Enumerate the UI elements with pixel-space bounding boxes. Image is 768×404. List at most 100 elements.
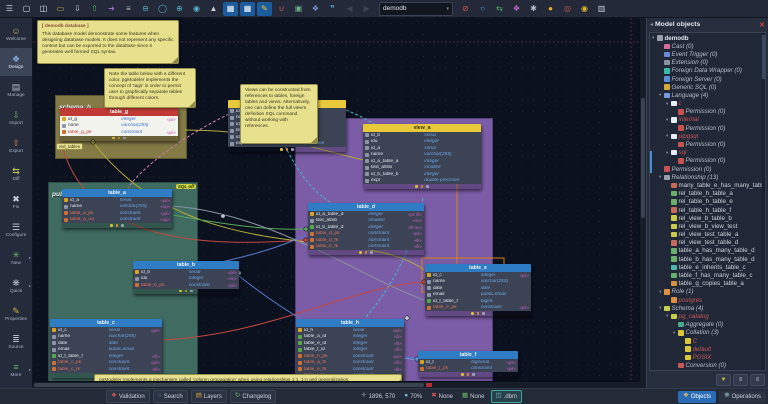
tree-item[interactable]: ▾demodb <box>651 34 765 42</box>
close-panel-icon[interactable]: ✕ <box>759 21 765 29</box>
about-button[interactable]: ◉ <box>577 2 592 16</box>
relationship-line[interactable] <box>285 146 335 206</box>
table-row[interactable]: iduinteger <box>363 139 481 146</box>
tab-operations[interactable]: ❋ Operations <box>719 391 766 403</box>
text-note-2[interactable]: Note the table below with a different co… <box>104 68 196 108</box>
comment-button[interactable]: ❞ <box>325 2 340 16</box>
zoom-reset-button[interactable]: ◯ <box>155 2 170 16</box>
tree-item[interactable]: Permission (0) <box>651 157 765 165</box>
show-grid-button[interactable]: ▦ <box>223 2 238 16</box>
tree-item[interactable]: rel_table_h_table_f <box>651 206 765 214</box>
table-row[interactable]: id_cinteger«pk» <box>425 272 531 279</box>
table-row[interactable]: datedate <box>425 285 531 292</box>
tree-item[interactable]: Foreign Data Wrapper (0) <box>651 67 765 75</box>
sidebar-item-design[interactable]: ❖Design <box>0 48 32 76</box>
table-row[interactable]: table_h_pkconstraint«pk» <box>296 353 404 360</box>
table-row[interactable]: table_f_idinteger«fk» <box>296 347 404 354</box>
active-layers-indicator[interactable]: ✖ None <box>428 393 456 400</box>
tree-item[interactable]: ▾c <box>651 100 765 108</box>
tree-item[interactable]: ▾Schema (4) <box>651 304 765 312</box>
send-button[interactable]: ➜ <box>104 2 119 16</box>
tree-item[interactable]: ▾plpgsql <box>651 132 765 140</box>
expand-all-button[interactable]: ≡ <box>733 374 748 386</box>
vscroll-thumb[interactable] <box>641 98 645 218</box>
select-image-button[interactable]: ▣ <box>291 2 306 16</box>
tree-item[interactable]: postgres <box>651 296 765 304</box>
table-row[interactable]: id_b_table_binteger <box>363 171 481 178</box>
table-table_c[interactable]: table_cid_cserial«pk»namevarchar(255)dat… <box>50 319 162 378</box>
search-model-button[interactable]: ○ <box>475 2 490 16</box>
close-model-button[interactable]: ⊘ <box>458 2 473 16</box>
sidebar-item-diff[interactable]: ⇆Diff <box>0 160 32 188</box>
tree-item[interactable]: Cast (0) <box>651 42 765 50</box>
tree-item[interactable]: ▾pg_catalog <box>651 312 765 320</box>
tree-item[interactable]: table_f_has_many_table_c <box>651 271 765 279</box>
sidebar-item-properties[interactable]: ✎Properties <box>0 300 32 328</box>
filter-button[interactable]: ▼ <box>716 374 731 386</box>
tree-item[interactable]: Extension (0) <box>651 59 765 67</box>
text-note-3[interactable]: Views can be constructed from references… <box>240 84 318 144</box>
grid-layers-indicator[interactable]: ▦ None <box>459 393 488 400</box>
table-row[interactable]: exprdouble precision <box>363 178 481 185</box>
tree-item[interactable]: Foreign Server (0) <box>651 75 765 83</box>
file-format-button[interactable]: ◫ .dbm <box>491 390 523 403</box>
tree-item[interactable]: ▾internal <box>651 116 765 124</box>
table-row[interactable]: id_fbigserial«pk» <box>418 359 518 366</box>
open-model-button[interactable]: ▭ <box>53 2 68 16</box>
tree-item[interactable]: POSIX <box>651 353 765 361</box>
tree-item[interactable]: ▾sql <box>651 149 765 157</box>
model-canvas[interactable]: schema_bpublicSQL offschema_atable_gid_g… <box>33 18 639 381</box>
tree-item[interactable]: rel_view_test_table_d <box>651 239 765 247</box>
panel-collapse-icon[interactable]: ◂ <box>650 21 653 28</box>
table-view_a[interactable]: view_aid_bserialiduintegerid_aserialname… <box>363 124 481 189</box>
tree-item[interactable]: table_e_inherits_table_c <box>651 263 765 271</box>
table-header[interactable]: table_g <box>60 108 178 116</box>
tree-item[interactable]: ▾Relationship (13) <box>651 173 765 181</box>
table-row[interactable]: namevarchar(255)«uq» <box>62 204 172 211</box>
table-row[interactable]: table_e_idinteger«fk» <box>296 340 404 347</box>
model-objects-tree[interactable]: ▾demodbCast (0)Event Trigger (0)Extensio… <box>649 32 766 371</box>
table-row[interactable]: id_cserial«pk» <box>50 327 162 334</box>
search-button[interactable]: ○Search <box>153 390 188 403</box>
new-model-button[interactable]: ▢ <box>19 2 34 16</box>
table-header[interactable]: table_d <box>308 203 424 211</box>
table-header[interactable]: table_a <box>62 189 172 197</box>
import-button[interactable]: ⇩ <box>70 2 85 16</box>
plugins-button[interactable]: ❖ <box>509 2 524 16</box>
donate-button[interactable]: ● <box>543 2 558 16</box>
table-row[interactable]: table_d_pkconstraint«pk» <box>308 231 424 238</box>
table-table_h[interactable]: table_hid_hserial«pk»table_a_idinteger«f… <box>296 319 404 381</box>
table-row[interactable]: id_bserial <box>363 132 481 139</box>
table-row[interactable]: table_c_pkconstraint«pk» <box>50 360 162 367</box>
export-button[interactable]: ⇧ <box>87 2 102 16</box>
tree-item[interactable]: table_g_copies_table_a <box>651 280 765 288</box>
tree-item[interactable]: rel_table_h_table_a <box>651 190 765 198</box>
table-row[interactable]: iduinteger«nn» <box>133 276 239 283</box>
table-row[interactable]: table_c_fkconstraint«fk» <box>50 366 162 373</box>
table-row[interactable]: id_a_table_ainteger <box>363 158 481 165</box>
changelog-button[interactable]: ↻Changelog <box>230 390 276 403</box>
sidebar-item-more[interactable]: ≡More▸ <box>0 356 32 384</box>
tree-item[interactable]: Conversion (0) <box>651 362 765 370</box>
table-row[interactable]: table_a_uqconstraint«uq» <box>62 217 172 224</box>
print-button[interactable]: ≡ <box>121 2 136 16</box>
nav-forward-button[interactable]: ▶ <box>359 2 374 16</box>
table-row[interactable]: id_aserial«pk» <box>62 197 172 204</box>
collapse-all-button[interactable]: ≡ <box>750 374 765 386</box>
tree-item[interactable]: table_b_has_many_table_d <box>651 255 765 263</box>
table-table_f[interactable]: table_fid_fbigserial«pk»table_f_pkconstr… <box>418 351 518 377</box>
table-row[interactable]: namevarchar(255) <box>363 152 481 159</box>
table-table_b[interactable]: table_bid_bserial«pk»iduinteger«nn»table… <box>133 261 239 294</box>
sidebar-item-fix[interactable]: ✖Fix <box>0 188 32 216</box>
magnify-button[interactable]: ▲ <box>206 2 221 16</box>
tree-item[interactable]: table_a_has_many_table_d <box>651 247 765 255</box>
tree-item[interactable]: Permission (0) <box>651 108 765 116</box>
validation-button[interactable]: ❖Validation <box>106 390 150 403</box>
support-button[interactable]: ◎ <box>560 2 575 16</box>
relationship-point[interactable] <box>405 316 409 320</box>
table-row[interactable]: namevarchar(255) <box>50 334 162 341</box>
tree-scrollbar[interactable] <box>762 33 765 370</box>
snap-grid-button[interactable]: ▦ <box>240 2 255 16</box>
tree-item[interactable]: Permission (0) <box>651 165 765 173</box>
table-row[interactable]: table_f_pkconstraint«pk» <box>418 366 518 373</box>
